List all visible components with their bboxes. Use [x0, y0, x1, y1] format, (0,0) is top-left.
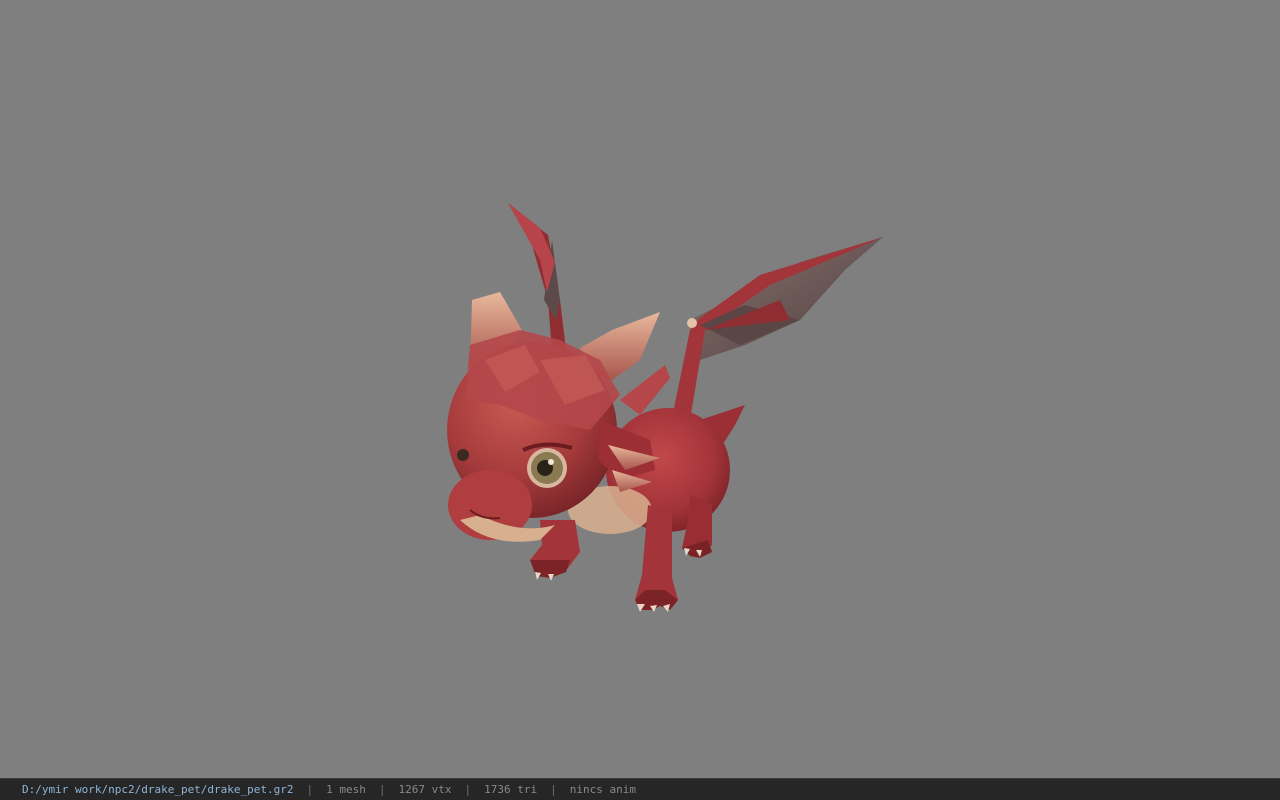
wing-right — [672, 237, 883, 420]
animation-info: nincs anim — [569, 783, 636, 796]
separator: | — [378, 783, 386, 796]
separator: | — [306, 783, 314, 796]
3d-viewport[interactable] — [0, 0, 1280, 778]
status-bar: D:/ymir work/npc2/drake_pet/drake_pet.gr… — [0, 778, 1280, 800]
file-path: D:/ymir work/npc2/drake_pet/drake_pet.gr… — [22, 783, 294, 796]
drake-pet-model[interactable] — [440, 195, 900, 620]
mesh-count: 1 mesh — [326, 783, 366, 796]
separator: | — [464, 783, 472, 796]
separator: | — [550, 783, 557, 796]
triangle-count: 1736 tri — [484, 783, 538, 796]
vertex-count: 1267 vtx — [398, 783, 452, 796]
